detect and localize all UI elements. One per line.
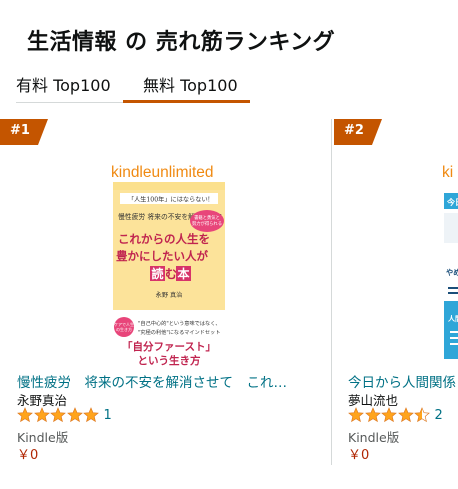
cover-mid: やめる方法 (446, 268, 458, 277)
review-count-link[interactable]: 1 (104, 408, 112, 423)
svg-text:本: 本 (177, 266, 189, 281)
star-full-icon (50, 407, 66, 423)
svg-text:書籍と勇気と: 書籍と勇気と (194, 214, 220, 221)
star-full-icon (66, 407, 83, 423)
ranking-tabs: 有料 Top100 無料 Top100 (16, 72, 458, 106)
star-full-icon (364, 407, 381, 423)
cover-author: 永野 真治 (156, 291, 183, 299)
star-full-icon (17, 407, 33, 423)
svg-text:む: む (165, 267, 177, 281)
book-title-link[interactable]: 慢性疲労 将来の不安を解消させて これ… (17, 371, 317, 391)
ranking-carousel: #1 kindleunlimited 「人生100年」にはならない! 慢性疲労 … (0, 119, 458, 489)
rank-badge: #2 (334, 119, 382, 145)
review-count-link[interactable]: 2 (435, 408, 443, 423)
cover-highlight: 「自分ファースト」 (122, 340, 216, 353)
svg-text:の生き方: の生き方 (116, 326, 132, 332)
book-price: ￥0 (348, 448, 370, 463)
cover-brand: ki (442, 164, 453, 181)
star-full-icon (348, 407, 364, 423)
svg-text:努力が得られる: 努力が得られる (192, 220, 222, 227)
rank-number: #1 (10, 123, 30, 138)
tab-selected-indicator (123, 100, 250, 103)
cover-brand: kindleunlimited (111, 164, 214, 181)
book-price: ￥0 (17, 448, 39, 463)
page-title: 生活情報 の 売れ筋ランキング (27, 30, 336, 55)
tab-paid-top100[interactable]: 有料 Top100 (16, 72, 124, 106)
svg-text:読: 読 (151, 266, 163, 281)
star-rating[interactable]: 2 (348, 406, 443, 424)
ranking-card: #2 ki 今日 やめる方法 人間関係 今日から人間関係 夢山流也 (332, 119, 458, 465)
star-full-icon (33, 407, 50, 423)
rank-number: #2 (344, 123, 364, 138)
book-cover-image[interactable]: kindleunlimited 「人生100年」にはならない! 慢性疲労 将来の… (110, 163, 228, 371)
book-cover-image[interactable]: ki 今日 やめる方法 人間関係 (442, 163, 458, 371)
cover-subtitle: 「人生100年」にはならない! (128, 196, 210, 204)
tab-underline (16, 102, 123, 103)
svg-text:豊かにしたい人が: 豊かにしたい人が (116, 249, 208, 263)
cover-tagline: という生き方 (138, 354, 201, 367)
star-full-icon (83, 407, 99, 423)
rank-badge: #1 (0, 119, 48, 145)
svg-text:これからの人生を: これからの人生を (118, 232, 210, 246)
cover-side: 人間関係 (448, 314, 458, 323)
ranking-card: #1 kindleunlimited 「人生100年」にはならない! 慢性疲労 … (0, 119, 331, 465)
star-full-icon (397, 407, 414, 423)
cover-note-2: "究極の利他"になるマインドセット (138, 328, 220, 336)
star-rating[interactable]: 1 (17, 406, 112, 424)
cover-top: 今日 (446, 197, 458, 207)
cover-note-1: "自己中心的"という意味ではなく、 (138, 319, 221, 327)
star-half-icon (414, 407, 430, 423)
book-title-link[interactable]: 今日から人間関係 (348, 371, 458, 391)
star-full-icon (381, 407, 397, 423)
